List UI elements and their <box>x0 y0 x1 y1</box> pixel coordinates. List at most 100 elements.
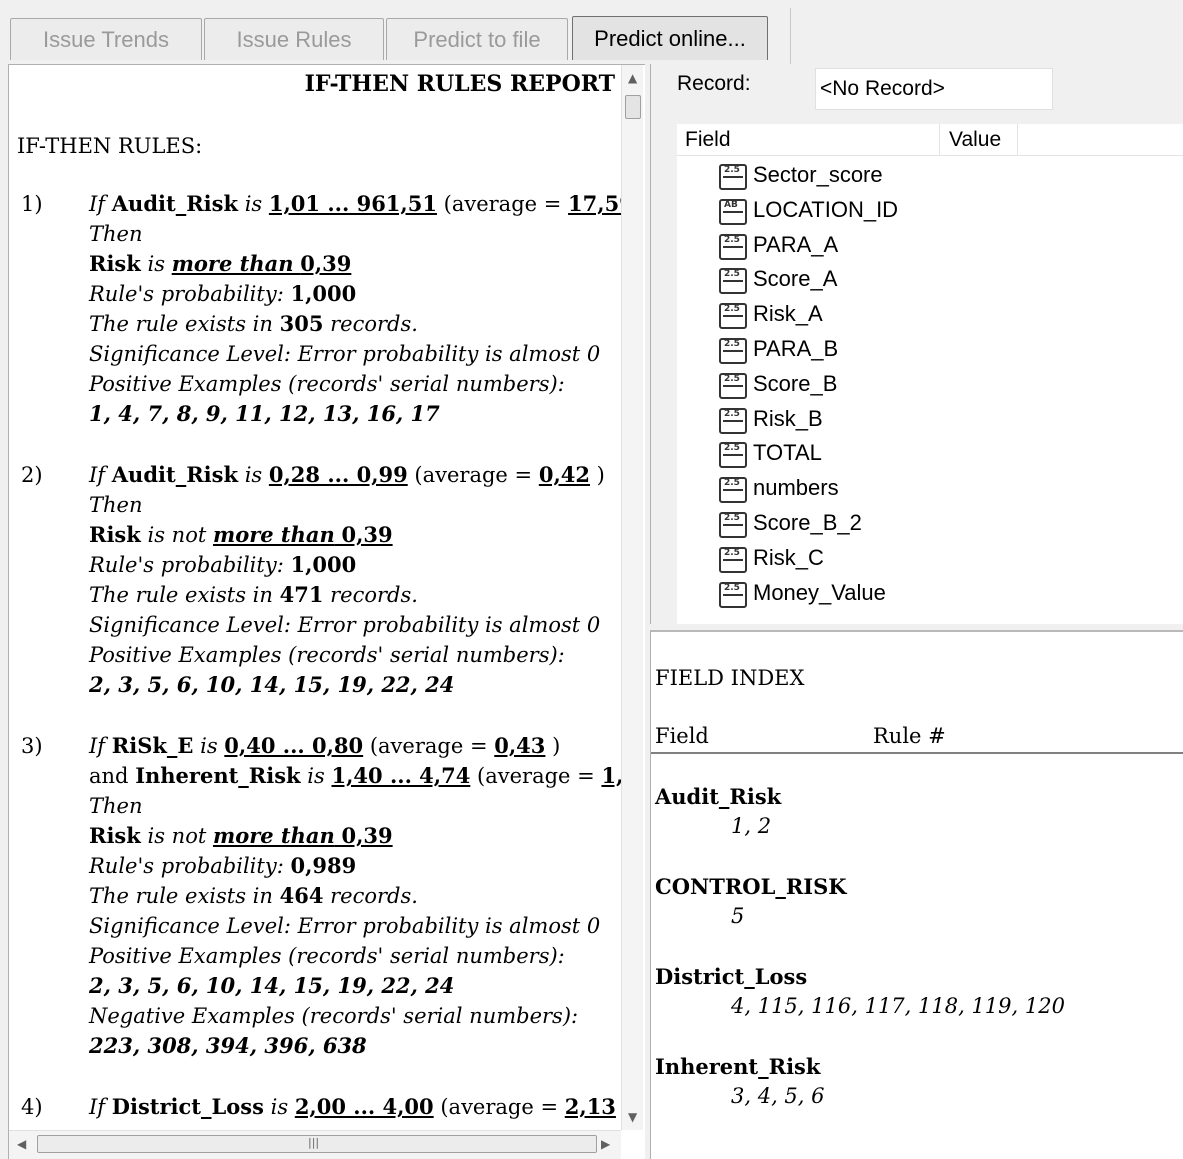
column-divider[interactable] <box>1017 124 1018 156</box>
numeric-field-icon: 2.5 <box>719 303 747 330</box>
rule-condition: and Inherent_Risk is 1,40 ... 4,74 (aver… <box>89 763 621 788</box>
field-index-col-rule: Rule # <box>873 724 946 748</box>
field-row[interactable]: 2.5 Score_A <box>677 266 1183 301</box>
field-row[interactable]: 2.5 Risk_A <box>677 301 1183 336</box>
rule-body: If Audit_Risk is 1,01 ... 961,51 (averag… <box>89 189 621 429</box>
tab-issue-rules[interactable]: Issue Rules <box>204 18 384 60</box>
numeric-field-icon: 2.5 <box>719 477 747 504</box>
field-index-rules: 3, 4, 5, 6 <box>731 1084 825 1108</box>
field-index-name: Inherent_Risk <box>655 1054 821 1079</box>
field-rows: 2.5 Sector_score AB LOCATION_ID 2.5 PARA_A … <box>677 162 1183 614</box>
rule-conclusion: Risk is more than 0,39 <box>89 251 352 276</box>
field-row[interactable]: 2.5 Score_B_2 <box>677 510 1183 545</box>
field-index-rules: 4, 115, 116, 117, 118, 119, 120 <box>731 994 1065 1018</box>
rule-number: 3) <box>21 734 43 758</box>
numeric-field-icon: 2.5 <box>719 233 747 260</box>
report-title: IF-THEN RULES REPORT <box>304 71 615 97</box>
rule-exists: The rule exists in 305 records. <box>89 311 418 336</box>
rule-probability: Rule's probability: 1,000 <box>89 281 357 306</box>
field-row[interactable]: 2.5 Score_B <box>677 371 1183 406</box>
record-selector[interactable]: <No Record> <box>815 68 1053 110</box>
rule-condition: If Audit_Risk is 1,01 ... 961,51 (averag… <box>89 191 621 216</box>
vertical-scroll-thumb[interactable] <box>625 95 641 119</box>
rule-then: Then <box>89 493 143 517</box>
text-field-icon: AB <box>719 198 747 225</box>
rule-positive-label: Positive Examples (records' serial numbe… <box>89 643 565 667</box>
rule-positive-examples: 2, 3, 5, 6, 10, 14, 15, 19, 22, 24 <box>89 672 455 697</box>
field-row[interactable]: 2.5 Risk_B <box>677 406 1183 441</box>
numeric-field-icon: 2.5 <box>719 268 747 295</box>
rule-significance: Significance Level: Error probability is… <box>89 613 601 637</box>
rule-condition: If RiSk_E is 0,40 ... 0,80 (average = 0,… <box>89 733 561 758</box>
rule-exists: The rule exists in 464 records. <box>89 883 418 908</box>
rule-body: If District_Loss is 2,00 ... 4,00 (avera… <box>89 1092 619 1122</box>
rule-number: 4) <box>21 1095 43 1119</box>
field-index-rules: 1, 2 <box>731 814 772 838</box>
numeric-field-icon: 2.5 <box>719 442 747 469</box>
tab-bar: Issue Trends Issue Rules Predict to file… <box>0 0 1183 64</box>
rule-negative-label: Negative Examples (records' serial numbe… <box>89 1004 579 1028</box>
field-index-title: FIELD INDEX <box>655 666 805 690</box>
field-value-list: Field Value 2.5 Sector_score AB LOCATION_I… <box>677 124 1183 624</box>
scroll-left-arrow-icon[interactable]: ◀ <box>17 1137 26 1151</box>
column-divider[interactable] <box>939 124 940 156</box>
field-row[interactable]: 2.5 PARA_A <box>677 232 1183 267</box>
field-index-entry: CONTROL_RISK 5 <box>655 874 1175 934</box>
column-header-field[interactable]: Field <box>685 128 731 152</box>
field-index-name: CONTROL_RISK <box>655 874 847 899</box>
field-index-rules: 5 <box>731 904 745 928</box>
scroll-down-arrow-icon[interactable]: ▼ <box>628 1110 637 1124</box>
field-row[interactable]: 2.5 Sector_score <box>677 162 1183 197</box>
report-vertical-scrollbar[interactable]: ▲ ▼ <box>621 65 643 1130</box>
numeric-field-icon: 2.5 <box>719 372 747 399</box>
rule-then: Then <box>89 794 143 818</box>
numeric-field-icon: 2.5 <box>719 581 747 608</box>
rules-heading: IF-THEN RULES: <box>17 134 203 158</box>
rule-number: 2) <box>21 463 43 487</box>
rules-report-panel: IF-THEN RULES REPORT IF-THEN RULES: 1) I… <box>8 64 645 1159</box>
rule-exists: The rule exists in 471 records. <box>89 582 418 607</box>
rule-conclusion: Risk is not more than 0,39 <box>89 522 393 547</box>
field-row[interactable]: 2.5 Money_Value <box>677 580 1183 615</box>
rule-body: If Audit_Risk is 0,28 ... 0,99 (average … <box>89 460 619 700</box>
numeric-field-icon: 2.5 <box>719 511 747 538</box>
rule-condition: If Audit_Risk is 0,28 ... 0,99 (average … <box>89 462 605 487</box>
scroll-right-arrow-icon[interactable]: ▶ <box>601 1137 610 1151</box>
rules-report: IF-THEN RULES REPORT IF-THEN RULES: 1) I… <box>9 65 621 1130</box>
field-row[interactable]: 2.5 Risk_C <box>677 545 1183 580</box>
rule-number: 1) <box>21 192 43 216</box>
field-index-panel: FIELD INDEX Field Rule # Audit_Risk 1, 2… <box>650 630 1183 1159</box>
horizontal-scroll-thumb[interactable]: ||| <box>37 1135 597 1153</box>
rule-negative-examples: 223, 308, 394, 396, 638 <box>89 1033 367 1058</box>
column-header-value[interactable]: Value <box>949 128 1001 152</box>
record-label: Record: <box>677 72 751 95</box>
rule-significance: Significance Level: Error probability is… <box>89 342 601 366</box>
field-row[interactable]: 2.5 numbers <box>677 475 1183 510</box>
field-row[interactable]: 2.5 PARA_B <box>677 336 1183 371</box>
field-index-entry: Audit_Risk 1, 2 <box>655 784 1175 844</box>
rule-positive-examples: 1, 4, 7, 8, 9, 11, 12, 13, 16, 17 <box>89 401 440 426</box>
field-row[interactable]: AB LOCATION_ID <box>677 197 1183 232</box>
rule-probability: Rule's probability: 1,000 <box>89 552 357 577</box>
tab-issue-trends[interactable]: Issue Trends <box>10 18 202 60</box>
record-panel: Record: <No Record> Field Value 2.5 Secto… <box>650 64 1183 624</box>
numeric-field-icon: 2.5 <box>719 546 747 573</box>
rule-condition: If District_Loss is 2,00 ... 4,00 (avera… <box>89 1094 616 1119</box>
numeric-field-icon: 2.5 <box>719 164 747 190</box>
field-row[interactable]: 2.5 TOTAL <box>677 440 1183 475</box>
rule-then: Then <box>89 222 143 246</box>
rule-significance: Significance Level: Error probability is… <box>89 914 601 938</box>
numeric-field-icon: 2.5 <box>719 337 747 364</box>
report-horizontal-scrollbar[interactable]: ◀ ||| ▶ <box>9 1130 621 1159</box>
rule-body: If RiSk_E is 0,40 ... 0,80 (average = 0,… <box>89 731 621 1061</box>
tab-predict-online[interactable]: Predict online... <box>572 16 768 60</box>
rule-probability: Rule's probability: 0,989 <box>89 853 357 878</box>
tab-predict-to-file[interactable]: Predict to file <box>386 18 568 60</box>
rule-positive-examples: 2, 3, 5, 6, 10, 14, 15, 19, 22, 24 <box>89 973 455 998</box>
field-list-header: Field Value <box>677 124 1183 156</box>
rule-positive-label: Positive Examples (records' serial numbe… <box>89 372 565 396</box>
numeric-field-icon: 2.5 <box>719 407 747 434</box>
field-index-name: District_Loss <box>655 964 808 989</box>
scroll-up-arrow-icon[interactable]: ▲ <box>628 71 637 85</box>
rule-conclusion: Risk is not more than 0,39 <box>89 823 393 848</box>
